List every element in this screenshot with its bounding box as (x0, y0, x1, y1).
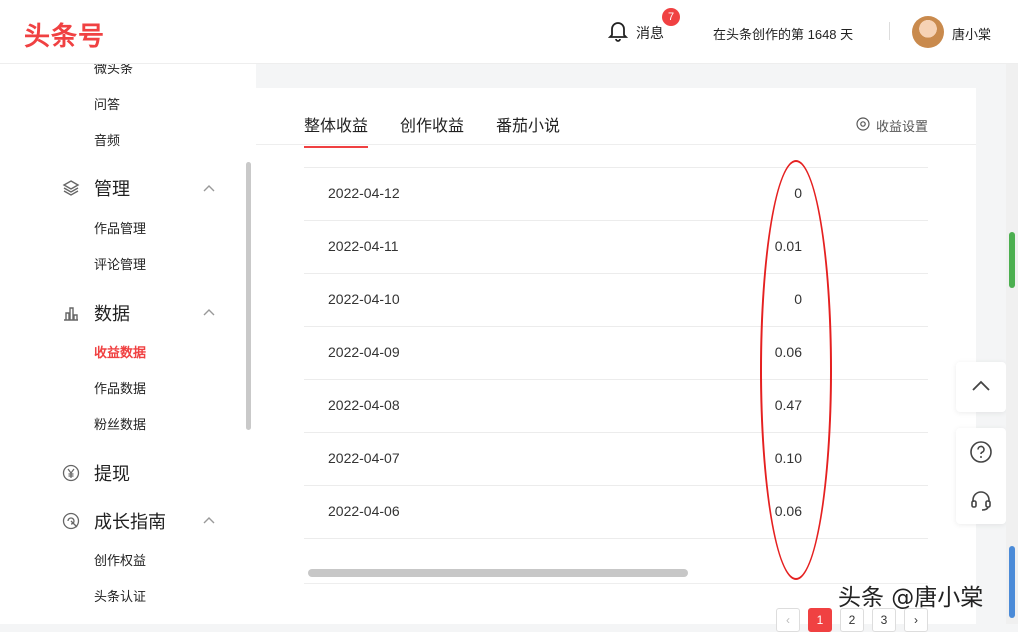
table-row: 2022-04-12 0 (304, 168, 928, 221)
row-date: 2022-04-10 (328, 291, 400, 307)
table-row: 2022-04-13 0 (304, 145, 928, 168)
back-to-top-button[interactable] (956, 362, 1006, 410)
headset-icon (971, 491, 991, 511)
sidebar-section-withdraw[interactable]: 提现 (62, 460, 130, 486)
sidebar-section-label: 数据 (94, 304, 130, 324)
tab-overall-revenue[interactable]: 整体收益 (304, 112, 369, 148)
sidebar-section-manage[interactable]: 管理 (62, 175, 130, 201)
sidebar-item-fans-data[interactable]: 粉丝数据 (94, 414, 146, 433)
sidebar-section-data[interactable]: 数据 (62, 300, 130, 326)
table-row: 2022-04-07 0.10 (304, 433, 928, 486)
sidebar-section-label: 管理 (94, 179, 130, 199)
chevron-up-icon[interactable] (202, 182, 216, 196)
messages-label: 消息 (636, 24, 664, 41)
layers-icon (62, 179, 80, 197)
chevron-up-icon[interactable] (202, 306, 216, 320)
sidebar-item-works-data[interactable]: 作品数据 (94, 378, 146, 397)
tab-creation-revenue[interactable]: 创作收益 (400, 112, 464, 148)
avatar[interactable] (912, 16, 944, 48)
back-to-top-panel (956, 362, 1006, 412)
revenue-card: 整体收益 创作收益 番茄小说 收益设置 2022-04-13 0 2022-04-… (256, 88, 976, 624)
creation-days-text: 在头条创作的第 1648 天 (713, 27, 854, 42)
settings-icon (856, 117, 870, 134)
watermark: 头条 @唐小棠 (838, 585, 984, 611)
row-value: 0 (794, 145, 802, 148)
sidebar-item-works-manage[interactable]: 作品管理 (94, 218, 146, 237)
row-date: 2022-04-11 (328, 238, 399, 254)
annotation-ellipse (760, 160, 832, 580)
top-bar: 头条号 消息 7 在头条创作的第 1648 天 唐小棠 (0, 0, 1018, 64)
chevron-up-icon (972, 380, 990, 391)
row-date: 2022-04-07 (328, 450, 400, 466)
sidebar-item-comments-manage[interactable]: 评论管理 (94, 254, 146, 273)
logo[interactable]: 头条号 (24, 16, 105, 53)
tab-fanqie-novel[interactable]: 番茄小说 (496, 112, 560, 148)
header-divider (889, 22, 890, 40)
sidebar-item-creator-rights[interactable]: 创作权益 (94, 550, 146, 569)
username[interactable]: 唐小棠 (952, 24, 991, 43)
row-date: 2022-04-12 (328, 185, 400, 201)
messages-count-badge: 7 (662, 8, 680, 26)
bar-chart-icon (62, 304, 80, 322)
sidebar-item-audio[interactable]: 音频 (94, 130, 120, 149)
table-row: 2022-04-08 0.47 (304, 380, 928, 433)
help-panel (956, 428, 1006, 524)
table-row: 2022-04-06 0.06 (304, 486, 928, 539)
bell-icon (607, 20, 629, 45)
sidebar: 微头条 问答 音频 管理 作品管理 评论管理 数据 收益数据 作品数据 粉丝数据… (0, 64, 256, 624)
sidebar-scrollbar[interactable] (246, 162, 251, 430)
settings-label: 收益设置 (875, 119, 928, 134)
yen-icon (62, 464, 80, 482)
row-date: 2022-04-09 (328, 344, 400, 360)
row-date: 2022-04-13 (328, 145, 400, 148)
sidebar-section-label: 成长指南 (94, 512, 166, 532)
table-row: 2022-04-11 0.01 (304, 221, 928, 274)
chevron-up-icon[interactable] (202, 514, 216, 528)
revenue-table: 2022-04-13 0 2022-04-120 2022-04-110.01 2… (304, 145, 928, 571)
table-row: 2022-04-10 0 (304, 274, 928, 327)
revenue-settings-button[interactable]: 收益设置 (856, 116, 928, 135)
page-scrollbar-indicator (1009, 546, 1015, 618)
growth-icon (62, 512, 80, 530)
table-row (304, 539, 928, 571)
sidebar-item-revenue-data[interactable]: 收益数据 (94, 342, 146, 361)
sidebar-item-verification[interactable]: 头条认证 (94, 586, 146, 605)
page-scrollbar-thumb[interactable] (1009, 232, 1015, 288)
sidebar-section-label: 提现 (94, 464, 130, 484)
page-button-1[interactable]: 1 (808, 608, 832, 632)
sidebar-item-qa[interactable]: 问答 (94, 94, 120, 113)
table-bottom-divider (304, 583, 928, 584)
row-date: 2022-04-08 (328, 397, 400, 413)
customer-service-button[interactable] (956, 476, 1006, 524)
prev-page-button[interactable]: ‹ (776, 608, 800, 632)
help-button[interactable] (956, 428, 1006, 476)
table-horizontal-scrollbar[interactable] (308, 569, 688, 577)
page-scrollbar[interactable] (1006, 64, 1018, 624)
table-row: 2022-04-09 0.06 (304, 327, 928, 380)
sidebar-item-micro-headline[interactable]: 微头条 (94, 64, 133, 77)
sidebar-section-growth[interactable]: 成长指南 (62, 508, 166, 534)
row-date: 2022-04-06 (328, 503, 400, 519)
revenue-tabs: 整体收益 创作收益 番茄小说 (304, 112, 560, 148)
messages-button[interactable]: 消息 (607, 20, 664, 45)
question-icon (970, 441, 992, 463)
